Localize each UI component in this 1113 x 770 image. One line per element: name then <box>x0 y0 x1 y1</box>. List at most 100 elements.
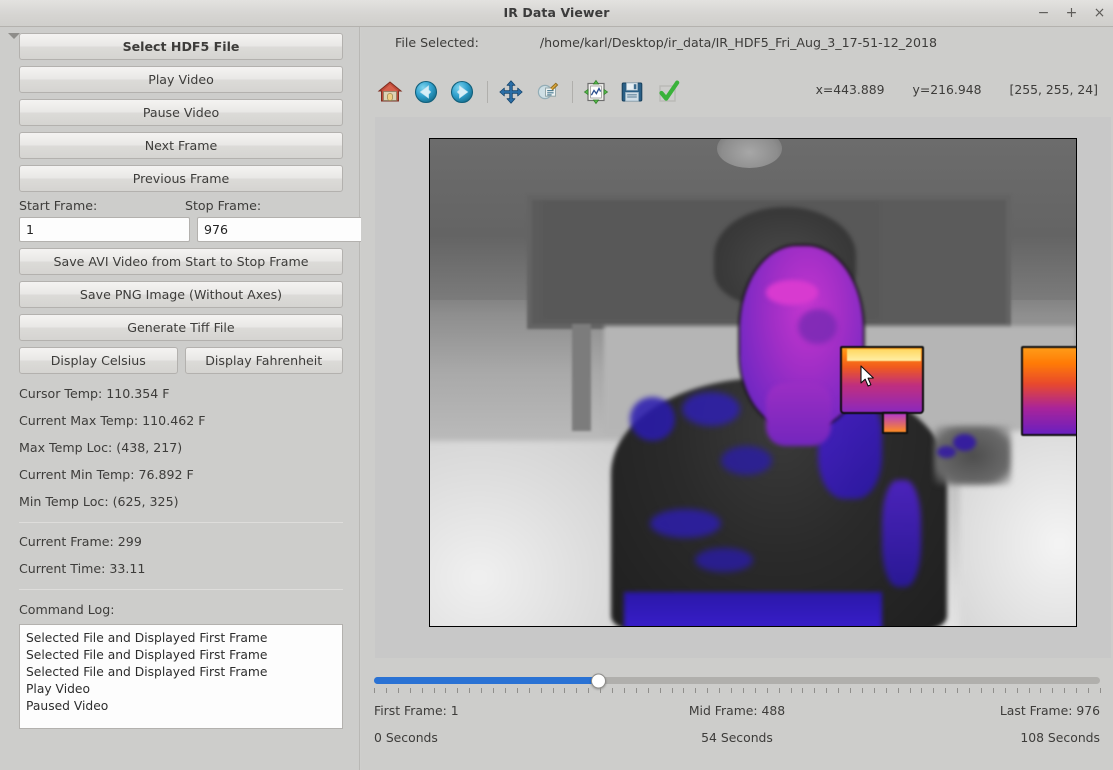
save-png-image-button[interactable]: Save PNG Image (Without Axes) <box>19 281 343 308</box>
frame-slider[interactable] <box>374 673 1100 688</box>
frame-range-labels: Start Frame: Stop Frame: <box>19 198 343 213</box>
slider-tick <box>790 688 792 693</box>
slider-tick <box>683 688 685 693</box>
frame-slider-ticks <box>374 688 1101 695</box>
slider-tick <box>778 688 780 693</box>
slider-tick <box>969 688 971 693</box>
unit-toggle-row: Display Celsius Display Fahrenheit <box>19 347 343 374</box>
slider-tick <box>719 688 721 693</box>
frame-slider-handle[interactable] <box>591 673 607 688</box>
minimize-icon[interactable]: − <box>1036 5 1051 21</box>
slider-tick <box>635 688 637 693</box>
figure-canvas[interactable]: 0 100 200 300 400 0 100 200 300 400 <box>375 117 1111 658</box>
slider-tick <box>707 688 709 693</box>
first-frame-label: First Frame: 1 <box>374 703 459 718</box>
frame-range-inputs <box>19 217 368 242</box>
slider-tick <box>409 688 411 693</box>
zoom-rect-icon[interactable] <box>532 77 562 107</box>
file-selected-label: File Selected: <box>395 35 479 50</box>
forward-arrow-icon[interactable] <box>447 77 477 107</box>
divider-2 <box>19 589 343 590</box>
slider-tick <box>909 688 911 693</box>
start-frame-input[interactable] <box>19 217 190 242</box>
pan-move-icon[interactable] <box>496 77 526 107</box>
select-hdf5-file-button[interactable]: Select HDF5 File <box>19 33 343 60</box>
pause-video-button[interactable]: Pause Video <box>19 99 343 126</box>
file-path-text: /home/karl/Desktop/ir_data/IR_HDF5_Fri_A… <box>539 35 938 50</box>
display-fahrenheit-button[interactable]: Display Fahrenheit <box>184 347 343 374</box>
slider-tick <box>433 688 435 693</box>
configure-subplots-icon[interactable] <box>581 77 611 107</box>
save-floppy-icon[interactable] <box>617 77 647 107</box>
thermal-image <box>430 139 1076 626</box>
slider-tick <box>659 688 661 693</box>
command-log-label: Command Log: <box>19 602 115 617</box>
generate-tiff-file-button[interactable]: Generate Tiff File <box>19 314 343 341</box>
slider-tick <box>695 688 697 693</box>
slider-tick <box>374 688 375 693</box>
thermal-image-axes[interactable]: 0 100 200 300 400 0 100 200 300 400 <box>429 138 1077 627</box>
seconds-labels-row: 0 Seconds 54 Seconds 108 Seconds <box>374 730 1100 750</box>
slider-tick <box>921 688 923 693</box>
toolbar-divider-1 <box>487 81 488 103</box>
slider-tick <box>647 688 649 693</box>
slider-tick <box>481 688 483 693</box>
coordinate-readout: x=443.889 y=216.948 [255, 255, 24] <box>816 82 1098 97</box>
readout-x: x=443.889 <box>815 82 885 97</box>
slider-tick <box>850 688 852 693</box>
slider-tick <box>861 688 863 693</box>
slider-tick <box>826 688 828 693</box>
list-item: Selected File and Displayed First Frame <box>26 665 268 679</box>
slider-tick <box>457 688 459 693</box>
green-check-icon[interactable] <box>653 77 683 107</box>
last-frame-label: Last Frame: 976 <box>999 703 1100 718</box>
slider-tick <box>1004 688 1006 693</box>
slider-tick <box>1016 688 1018 693</box>
slider-tick <box>897 688 899 693</box>
matplotlib-toolbar <box>375 75 689 109</box>
previous-frame-button[interactable]: Previous Frame <box>19 165 343 192</box>
divider-1 <box>19 522 343 523</box>
list-item: Selected File and Displayed First Frame <box>26 648 268 662</box>
slider-tick <box>528 688 530 693</box>
slider-tick <box>1040 688 1042 693</box>
frame-labels-row: First Frame: 1 Mid Frame: 488 Last Frame… <box>374 703 1100 723</box>
current-time-text: Current Time: 33.11 <box>19 561 146 576</box>
current-frame-text: Current Frame: 299 <box>19 534 142 549</box>
min-temp-loc-text: Min Temp Loc: (625, 325) <box>19 494 179 509</box>
readout-rgb: [255, 255, 24] <box>1009 82 1099 97</box>
slider-tick <box>552 688 554 693</box>
first-seconds-label: 0 Seconds <box>374 730 438 745</box>
slider-tick <box>445 688 447 693</box>
next-frame-button[interactable]: Next Frame <box>19 132 343 159</box>
stop-frame-input[interactable] <box>197 217 368 242</box>
app-window: IR Data Viewer − + × Select HDF5 File Pl… <box>0 0 1113 770</box>
slider-tick <box>802 688 804 693</box>
slider-tick <box>957 688 959 693</box>
slider-tick <box>1064 688 1066 693</box>
slider-tick <box>469 688 471 693</box>
back-arrow-icon[interactable] <box>411 77 441 107</box>
close-icon[interactable]: × <box>1092 5 1107 21</box>
display-celsius-button[interactable]: Display Celsius <box>19 347 178 374</box>
save-avi-video-button[interactable]: Save AVI Video from Start to Stop Frame <box>19 248 343 275</box>
window-titlebar: IR Data Viewer − + × <box>0 0 1113 27</box>
slider-tick <box>576 688 578 693</box>
home-icon[interactable] <box>375 77 405 107</box>
command-log-box[interactable]: Selected File and Displayed First Frame … <box>19 624 343 729</box>
slider-tick <box>493 688 495 693</box>
maximize-icon[interactable]: + <box>1064 5 1079 21</box>
last-seconds-label: 108 Seconds <box>1020 730 1100 745</box>
slider-tick <box>421 688 423 693</box>
start-frame-label: Start Frame: <box>19 198 98 213</box>
window-controls: − + × <box>1036 0 1107 26</box>
slider-tick <box>588 688 590 693</box>
list-item: Paused Video <box>26 699 109 713</box>
slider-tick <box>945 688 947 693</box>
slider-tick <box>731 688 733 693</box>
slider-tick <box>540 688 542 693</box>
slider-tick <box>504 688 506 693</box>
play-video-button[interactable]: Play Video <box>19 66 343 93</box>
frame-slider-area: First Frame: 1 Mid Frame: 488 Last Frame… <box>374 673 1101 750</box>
list-item: Selected File and Displayed First Frame <box>26 631 268 645</box>
